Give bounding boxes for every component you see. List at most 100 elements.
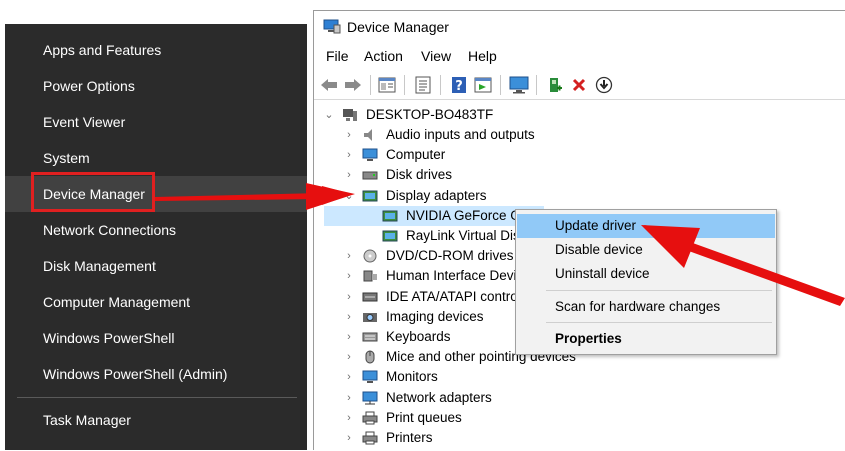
download-icon[interactable] [593,74,615,96]
view-icon[interactable] [472,74,494,96]
context-menu: Update driver Disable device Uninstall d… [515,209,777,355]
uninstall-x-icon[interactable] [568,74,590,96]
context-item-label: Properties [555,331,622,346]
speaker-icon [364,129,372,141]
menu-item-task-manager[interactable]: Task Manager [5,402,307,438]
chevron-right-icon[interactable]: › [344,165,354,185]
chevron-right-icon[interactable]: › [344,428,354,448]
chevron-right-icon[interactable]: › [344,246,354,266]
chevron-down-icon[interactable]: ⌄ [344,186,354,206]
dvd-icon [363,249,377,263]
context-item-update-driver[interactable]: Update driver [517,214,775,238]
context-item-label: Uninstall device [555,266,650,281]
help-doc-icon[interactable] [412,74,434,96]
monitor-icon[interactable] [508,74,530,96]
menu-item-label: Apps and Features [43,42,162,58]
toolbar-separator [404,75,405,95]
chevron-right-icon[interactable]: › [344,327,354,347]
tree-category-label: Monitors [386,369,438,385]
menu-help[interactable]: Help [468,48,497,64]
menu-item-apps-and-features[interactable]: Apps and Features [5,32,307,68]
tree-device-label: RayLink Virtual Dis [406,228,520,243]
tree-category-label: IDE ATA/ATAPI control [386,288,521,304]
tree-category-label: Keyboards [386,329,451,344]
ide-icon [362,292,378,302]
display-adapter-icon [382,210,398,222]
menu-item-label: Windows PowerShell (Admin) [43,366,228,382]
menu-item-windows-powershell-admin[interactable]: Windows PowerShell (Admin) [5,356,307,392]
printer-icon [362,431,378,445]
tree-device-label: NVIDIA GeForce GT [406,207,530,223]
context-separator [546,322,772,323]
menu-bar: File Action View Help [314,45,845,69]
menu-item-label: Network Connections [43,222,177,238]
forward-arrow-icon[interactable] [342,74,364,96]
menu-item-system[interactable]: System [5,140,307,176]
tree-root-label: DESKTOP-BO483TF [366,107,494,122]
disk-icon [362,171,378,180]
chevron-right-icon[interactable]: › [344,145,354,165]
menu-item-computer-management[interactable]: Computer Management [5,284,307,320]
display-adapter-icon [382,230,398,242]
camera-icon [363,312,377,322]
context-item-uninstall-device[interactable]: Uninstall device [517,262,775,286]
tree-category-label: Print queues [386,409,462,425]
monitor-icon [362,370,378,384]
menu-item-label: Event Viewer [43,114,126,130]
menu-item-label: Disk Management [43,258,156,274]
tree-category-label: Network adapters [386,389,492,405]
context-item-properties[interactable]: Properties [517,327,775,351]
mouse-icon [365,350,375,364]
tree-device[interactable]: NVIDIA GeForce GT [324,205,544,226]
menu-item-disk-management[interactable]: Disk Management [5,248,307,284]
winx-menu: Apps and Features Power Options Event Vi… [5,24,307,450]
display-adapter-icon [362,190,378,202]
help-icon[interactable]: ? [448,74,470,96]
title-bar: Device Manager [314,11,845,45]
menu-item-network-connections[interactable]: Network Connections [5,212,307,248]
context-item-scan-hardware[interactable]: Scan for hardware changes [517,295,775,319]
chevron-right-icon[interactable]: › [344,307,354,327]
chevron-right-icon[interactable]: › [344,266,354,286]
context-item-label: Scan for hardware changes [555,299,721,314]
svg-text:?: ? [455,79,463,94]
toolbar-separator [500,75,501,95]
context-separator [546,290,772,291]
menu-item-event-viewer[interactable]: Event Viewer [5,104,307,140]
keyboard-icon [362,332,378,342]
menu-item-windows-powershell[interactable]: Windows PowerShell [5,320,307,356]
toolbar-separator [536,75,537,95]
menu-separator [17,397,297,398]
device-manager-app-icon [323,19,341,34]
properties-icon[interactable] [376,74,398,96]
tree-category-label: Computer [386,147,446,163]
menu-item-label: Computer Management [43,294,191,310]
chevron-right-icon[interactable]: › [344,388,354,408]
menu-file[interactable]: File [326,48,349,64]
printer-icon [362,411,378,425]
hid-icon [363,270,377,282]
tree-category-label: Imaging devices [386,308,484,324]
tree-category-label: Disk drives [386,167,453,183]
menu-item-label: Task Manager [43,412,131,428]
menu-action[interactable]: Action [364,48,403,64]
tree-category-label: Human Interface Devic [386,268,524,284]
toolbar: ? [314,71,845,100]
menu-item-label: Power Options [43,78,135,94]
chevron-right-icon[interactable]: › [344,408,354,428]
menu-item-power-options[interactable]: Power Options [5,68,307,104]
computer-icon [362,148,378,162]
chevron-right-icon[interactable]: › [344,347,354,367]
back-arrow-icon[interactable] [318,74,340,96]
context-item-disable-device[interactable]: Disable device [517,238,775,262]
toolbar-separator [440,75,441,95]
chevron-down-icon[interactable]: ⌄ [324,105,334,125]
chevron-right-icon[interactable]: › [344,367,354,387]
chevron-right-icon[interactable]: › [344,125,354,145]
context-item-label: Disable device [555,242,643,257]
chevron-right-icon[interactable]: › [344,287,354,307]
tree-category-label: DVD/CD-ROM drives [386,248,514,264]
add-driver-icon[interactable] [544,74,566,96]
window-title: Device Manager [347,19,449,35]
menu-view[interactable]: View [421,48,451,64]
